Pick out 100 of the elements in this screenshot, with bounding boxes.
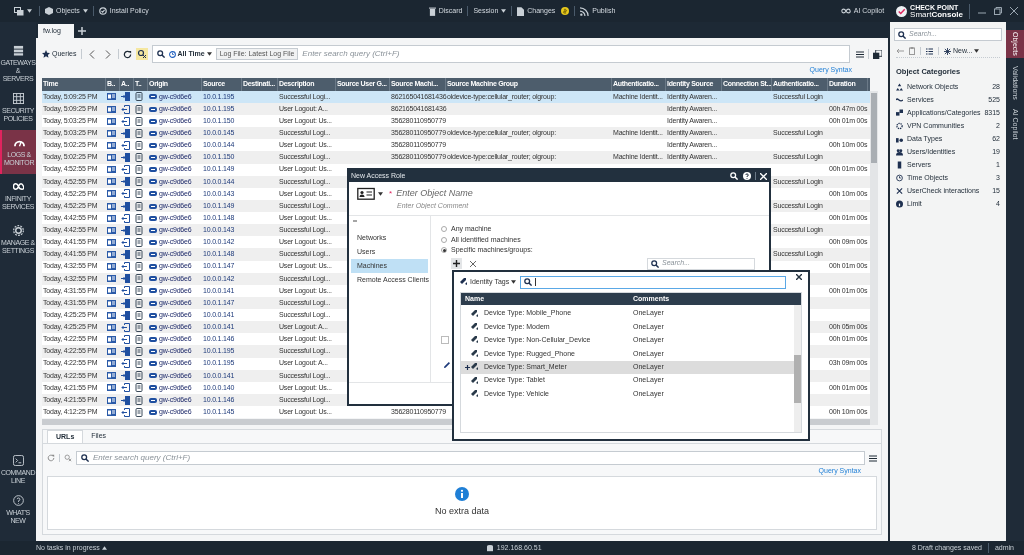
- search-icon: [81, 454, 89, 462]
- windows-icon: [14, 6, 24, 16]
- gateway-icon: [149, 276, 157, 282]
- list-icon[interactable]: [926, 47, 933, 55]
- infinity-icon: [840, 8, 851, 14]
- gateway-icon: [149, 215, 157, 221]
- log-icon: [135, 189, 143, 199]
- icon-picker[interactable]: [357, 187, 383, 200]
- caret-icon: [206, 52, 212, 56]
- gateway-icon: [149, 203, 157, 209]
- log-icon: [135, 250, 143, 259]
- info-icon: [896, 199, 903, 208]
- id-card-icon: [107, 395, 116, 405]
- caret-icon: [378, 191, 383, 196]
- empty-message: No extra data: [435, 505, 489, 519]
- clear-filter-icon[interactable]: [135, 48, 148, 60]
- log-icon: [135, 407, 143, 417]
- log-icon: [135, 274, 143, 284]
- gateway-icon: [149, 106, 157, 112]
- broadcast-icon: [580, 6, 590, 16]
- server-icon: [896, 160, 903, 169]
- close-icon[interactable]: [1010, 7, 1018, 15]
- log-icon: [135, 310, 143, 320]
- log-icon: [135, 383, 143, 393]
- log-icon: [135, 262, 143, 272]
- gateway-icon: [149, 361, 157, 367]
- ring-icon: [896, 121, 903, 130]
- search-field[interactable]: [520, 275, 787, 289]
- sparkle-icon: [944, 47, 951, 55]
- gear-icon: [12, 225, 24, 237]
- gateway-icon: [149, 239, 157, 245]
- pencil-icon[interactable]: [444, 361, 450, 368]
- gateway-icon: [149, 385, 157, 391]
- gateway-icon: [149, 336, 157, 342]
- network-icon: [896, 82, 903, 91]
- caret-icon: [101, 546, 107, 550]
- gateway-icon: [149, 264, 157, 270]
- log-icon: [135, 298, 143, 308]
- install-icon: [98, 7, 107, 15]
- search-icon: [156, 50, 165, 58]
- clock-icon: [896, 173, 903, 182]
- search-icon: [898, 30, 906, 39]
- gateway-icon: [149, 191, 157, 197]
- id-card-icon: [107, 201, 116, 211]
- infinity-icon: [12, 181, 24, 193]
- checkpoint-logo-icon: [896, 5, 908, 17]
- required-mark: *: [389, 187, 393, 200]
- coin-icon: [561, 7, 570, 15]
- log-icon: [135, 140, 143, 150]
- gateway-icon: [149, 300, 157, 306]
- log-icon: [135, 395, 143, 405]
- id-card-icon: [107, 250, 116, 259]
- log-icon: [135, 334, 143, 344]
- menu-icon[interactable]: [869, 454, 877, 462]
- remove-icon[interactable]: [470, 260, 476, 267]
- scrollbar-thumb[interactable]: [871, 93, 877, 163]
- log-icon: [135, 322, 143, 332]
- scrollbar-thumb[interactable]: [794, 355, 801, 403]
- gateway-icon: [149, 155, 157, 160]
- star-icon: [42, 50, 50, 58]
- log-icon: [135, 153, 143, 162]
- log-icon: [135, 286, 143, 296]
- id-card-icon: [107, 177, 116, 187]
- back-icon[interactable]: [896, 48, 904, 54]
- clipboard-icon[interactable]: [909, 47, 915, 55]
- search-icon: [524, 278, 533, 286]
- caret-icon: [82, 9, 88, 13]
- log-icon: [135, 225, 143, 235]
- help-icon: [12, 495, 24, 506]
- gateway-icon: [149, 179, 157, 185]
- cross-icon: [896, 186, 903, 195]
- refresh-icon[interactable]: [122, 49, 132, 59]
- cube-icon: [45, 7, 53, 15]
- id-card-icon: [107, 322, 116, 332]
- log-icon: [135, 359, 143, 369]
- id-card-icon: [107, 128, 116, 138]
- log-icon: [135, 237, 143, 247]
- help-icon[interactable]: [743, 172, 751, 180]
- plus-icon: [465, 364, 470, 370]
- gateway-icon: [149, 94, 157, 100]
- wave-icon: [896, 95, 903, 104]
- id-card-icon: [107, 153, 116, 162]
- copy-icon[interactable]: [873, 49, 882, 59]
- gateway-icon: [149, 227, 157, 233]
- plus-icon[interactable]: [451, 258, 462, 269]
- app-menu-button[interactable]: [12, 6, 34, 16]
- checkbox[interactable]: [441, 335, 449, 344]
- gateway-icon: [149, 142, 157, 148]
- caret-icon: [501, 9, 507, 13]
- restore-icon[interactable]: [994, 7, 1002, 15]
- info-icon: [455, 487, 469, 502]
- log-icon: [135, 371, 143, 381]
- gateway-icon: [149, 409, 157, 415]
- close-icon[interactable]: [796, 274, 802, 280]
- menu-icon[interactable]: [856, 50, 864, 58]
- servers-icon: [12, 45, 24, 57]
- contact-card-icon: [357, 187, 375, 200]
- id-card-icon: [107, 92, 116, 102]
- name-field[interactable]: Enter Object Name: [396, 187, 597, 201]
- clock-icon: [168, 50, 176, 58]
